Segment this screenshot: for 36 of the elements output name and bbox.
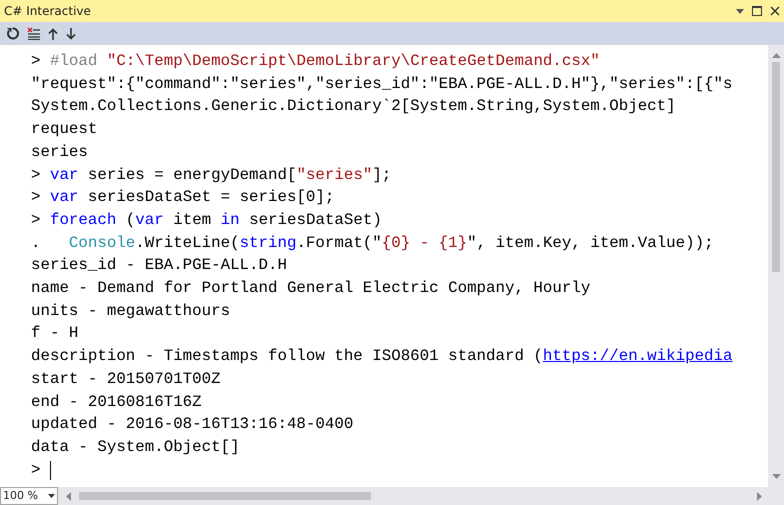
scroll-down-icon[interactable] [772,474,780,479]
code-line: name - Demand for Portland General Electric Company, Hourly [31,278,590,300]
code-line: System.Collections.Generic.Dictionary`2[System.String,System.Object] [31,96,676,118]
code-line: series_id - EBA.PGE-ALL.D.H [31,255,287,276]
scrollbar-thumb[interactable] [772,62,780,272]
caret-icon [48,494,55,498]
zoom-dropdown[interactable]: 100 % [0,487,58,505]
up-arrow-icon[interactable] [48,28,58,40]
down-arrow-icon[interactable] [66,28,76,40]
close-icon[interactable] [770,6,780,16]
reset-icon[interactable] [6,27,19,40]
maximize-icon[interactable] [752,6,762,16]
code-line: units - megawatthours [31,300,230,322]
scroll-right-icon[interactable] [757,492,762,500]
code-line: > var series = energyDemand["series"]; [31,164,392,186]
code-line: updated - 2016-08-16T13:16:48-0400 [31,414,354,436]
code-line: > var seriesDataSet = series[0]; [31,187,334,208]
code-line: > foreach (var item in seriesDataSet) [31,210,382,231]
code-line: end - 20160816T16Z [31,392,202,413]
link[interactable]: https://en.wikipedia [542,347,732,366]
code-line: . Console.WriteLine(string.Format("{0} - {1}", item.Key, item.Value)); [31,232,714,254]
code-line: series [31,142,88,163]
code-line: request [31,119,98,140]
clear-icon[interactable] [27,27,40,40]
scroll-left-icon[interactable] [66,492,71,500]
scrollbar-thumb[interactable] [79,492,371,500]
prompt: > [31,460,42,481]
scroll-up-icon[interactable] [772,53,780,58]
code-line: start - 20150701T00Z [31,368,221,390]
code-line: description - Timestamps follow the ISO8601 standard (https://en.wikipedia [31,346,732,368]
window-title: C# Interactive [4,3,91,20]
code-line: f - H [31,323,78,344]
dropdown-icon[interactable] [736,8,744,14]
code-line: "request":{"command":"series","series_id":"EBA.PGE-ALL.D.H"},"series":[{"s [31,74,732,95]
code-line: > #load "C:\Temp\DemoScript\DemoLibrary\CreateGetDemand.csx" [31,51,600,72]
code-line: data - System.Object[] [31,436,240,458]
